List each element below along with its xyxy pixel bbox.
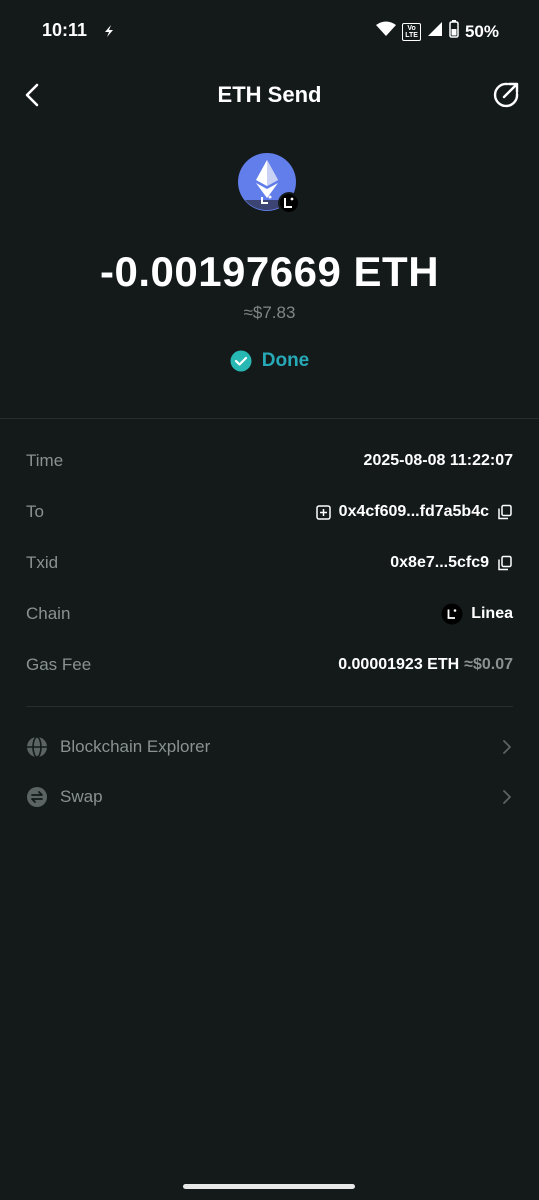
header: ETH Send (0, 64, 539, 124)
detail-row-chain: Chain Linea (26, 599, 513, 629)
volte-badge: Vo LTE (402, 22, 421, 41)
detail-row-txid: Txid 0x8e7...5cfc9 (26, 548, 513, 578)
gas-fee-value: 0.00001923 ETH ≈$0.07 (338, 656, 513, 674)
gas-fee-label: Gas Fee (26, 655, 92, 674)
to-value: 0x4cf609...fd7a5b4c (315, 503, 513, 521)
volte-top: Vo (407, 24, 416, 32)
divider (26, 706, 513, 707)
linea-icon (441, 603, 463, 625)
battery-percent: 50% (464, 21, 499, 41)
signal-icon (427, 21, 443, 42)
txid-label: Txid (26, 553, 59, 572)
flash-icon (102, 24, 116, 43)
copy-icon[interactable] (497, 555, 513, 571)
swap-icon (27, 787, 47, 807)
contract-icon (315, 504, 331, 520)
detail-row-gas-fee: Gas Fee 0.00001923 ETH ≈$0.07 (26, 650, 513, 680)
to-label: To (26, 502, 44, 521)
chevron-right-icon (503, 790, 511, 804)
chain-value: Linea (441, 603, 513, 625)
chain-label: Chain (26, 604, 71, 623)
chevron-right-icon (503, 740, 511, 754)
status-icons: Vo LTE 50% (376, 20, 499, 43)
status-text: Done (261, 350, 310, 371)
transaction-amount: -0.00197669 ETH (99, 248, 440, 295)
battery-icon (449, 20, 459, 43)
time-value: 2025-08-08 11:22:07 (364, 452, 513, 470)
detail-row-time: Time 2025-08-08 11:22:07 (26, 446, 513, 476)
txid-value: 0x8e7...5cfc9 (390, 554, 513, 572)
blockchain-explorer-label: Blockchain Explorer (60, 737, 211, 756)
check-circle-icon (230, 350, 252, 372)
wifi-icon (376, 21, 397, 42)
blockchain-explorer-link[interactable]: Blockchain Explorer (26, 731, 513, 763)
status-bar: 10:11 Vo LTE 50% (0, 0, 539, 64)
status-time: 10:11 (42, 20, 88, 40)
chain-name: Linea (471, 605, 513, 622)
to-address[interactable]: 0x4cf609...fd7a5b4c (339, 503, 489, 521)
swap-label: Swap (60, 787, 103, 806)
time-label: Time (26, 451, 64, 470)
external-link-icon (493, 82, 519, 108)
gas-fee-fiat: ≈$0.07 (464, 656, 513, 673)
transaction-status: Done (0, 350, 539, 372)
home-indicator[interactable] (183, 1184, 355, 1189)
swap-link[interactable]: Swap (26, 781, 513, 813)
copy-icon[interactable] (497, 504, 513, 520)
volte-bottom: LTE (405, 31, 418, 39)
time-value-text: 2025-08-08 11:22:07 (363, 452, 513, 469)
divider (0, 418, 539, 419)
transaction-fiat-value: ≈$7.83 (243, 303, 296, 322)
token-logo (237, 152, 301, 216)
txid-hash[interactable]: 0x8e7...5cfc9 (390, 554, 489, 572)
detail-row-to: To 0x4cf609...fd7a5b4c (26, 497, 513, 527)
gas-fee-amount: 0.00001923 ETH (338, 656, 460, 673)
globe-icon (27, 736, 47, 758)
open-external-button[interactable] (491, 80, 521, 110)
page-title: ETH Send (217, 82, 322, 107)
